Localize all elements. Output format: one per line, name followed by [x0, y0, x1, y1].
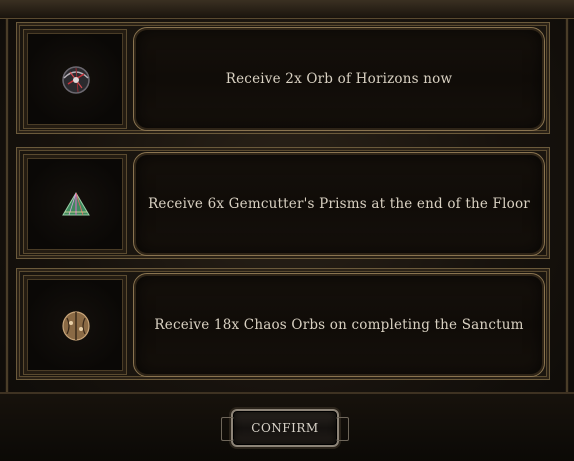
reward-text-plate: Receive 2x Orb of Horizons now [133, 27, 545, 131]
reward-option-1[interactable]: Receive 2x Orb of Horizons now [16, 22, 550, 134]
gemcutters-prism-icon [62, 192, 90, 216]
reward-icon-slot [23, 275, 127, 375]
orb-of-horizons-icon [62, 66, 90, 94]
reward-text-plate: Receive 18x Chaos Orbs on completing the… [133, 273, 545, 377]
confirm-button[interactable]: CONFIRM [221, 409, 349, 447]
reward-icon-slot [23, 154, 127, 254]
reward-option-text: Receive 6x Gemcutter's Prisms at the end… [148, 196, 530, 212]
reward-option-text: Receive 18x Chaos Orbs on completing the… [154, 317, 524, 333]
panel-top-strip [0, 0, 574, 19]
reward-selection-panel: Receive 2x Orb of Horizons now Receive 6… [0, 0, 574, 461]
reward-option-text: Receive 2x Orb of Horizons now [225, 71, 453, 87]
reward-text-plate: Receive 6x Gemcutter's Prisms at the end… [133, 152, 545, 256]
reward-icon-slot [23, 29, 127, 129]
confirm-button-label: CONFIRM [251, 421, 319, 435]
chaos-orb-icon [62, 311, 90, 341]
reward-option-3[interactable]: Receive 18x Chaos Orbs on completing the… [16, 268, 550, 380]
reward-option-2[interactable]: Receive 6x Gemcutter's Prisms at the end… [16, 147, 550, 259]
